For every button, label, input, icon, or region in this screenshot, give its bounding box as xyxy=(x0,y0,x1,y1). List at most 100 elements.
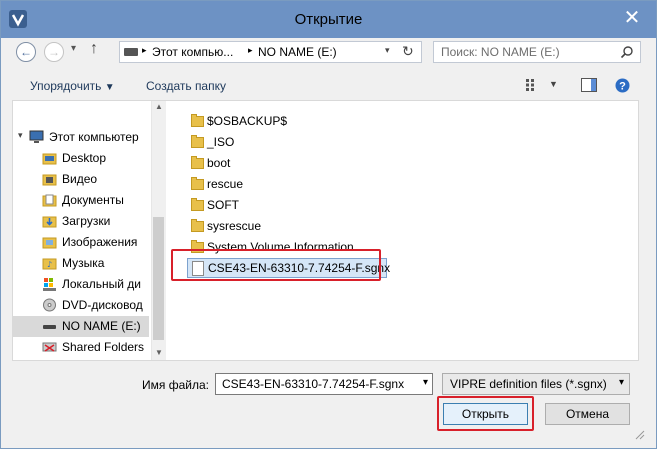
tree-item-label: Документы xyxy=(62,193,124,207)
tree-item-label: NO NAME (E:) xyxy=(62,319,141,333)
view-options-icon[interactable] xyxy=(526,79,540,91)
tree-item-label: Desktop xyxy=(62,151,107,165)
folder-icon xyxy=(191,219,204,232)
tree-item-label: Музыка xyxy=(62,256,105,270)
recent-locations-button[interactable]: ▾ xyxy=(71,43,76,54)
filename-label: Имя файла: xyxy=(142,378,209,392)
tree-item-dvd-drive[interactable]: DVD-дисковод xyxy=(13,295,149,316)
video-folder-icon xyxy=(42,174,57,186)
expand-arrow-icon[interactable]: ▾ xyxy=(18,130,23,141)
command-bar: Упорядочить ▼ Создать папку ▼ ? xyxy=(8,70,649,100)
back-button[interactable]: ← xyxy=(16,42,36,62)
refresh-icon[interactable]: ↻ xyxy=(402,43,414,60)
new-folder-button[interactable]: Создать папку xyxy=(146,79,226,93)
filetype-value: VIPRE definition files (*.sgnx) xyxy=(450,377,607,391)
breadcrumb-separator-icon: ▸ xyxy=(248,45,253,55)
folder-icon xyxy=(191,156,204,169)
preview-pane-icon[interactable] xyxy=(581,78,597,92)
folder-icon xyxy=(191,198,204,211)
local-disk-icon xyxy=(43,278,56,291)
tree-item-downloads[interactable]: Загрузки xyxy=(13,211,149,232)
back-arrow-icon: ← xyxy=(20,45,32,59)
cancel-button[interactable]: Отмена xyxy=(545,403,630,425)
close-button[interactable]: ✕ xyxy=(614,6,650,30)
tree-item-no-name-drive[interactable]: NO NAME (E:) xyxy=(13,316,149,337)
file-list: $OSBACKUP$ _ISO boot rescue SOFT sysresc… xyxy=(165,101,638,360)
chevron-down-icon[interactable]: ▾ xyxy=(423,377,428,388)
filetype-select[interactable]: VIPRE definition files (*.sgnx) ▾ xyxy=(442,373,630,395)
computer-icon xyxy=(29,130,44,143)
forward-button[interactable]: → xyxy=(44,42,64,62)
tree-item-pictures[interactable]: Изображения xyxy=(13,232,149,253)
tree-item-label: Локальный ди xyxy=(62,277,141,291)
dialog-body: ← → ▾ ↑ ▸ Этот компью... ▸ NO NAME (E:) … xyxy=(8,38,649,441)
navigation-tree: ▾ Этот компьютер Desktop Видео Документы xyxy=(13,101,152,360)
open-file-dialog: Открытие ✕ ← → ▾ ↑ ▸ Этот компью... ▸ NO… xyxy=(0,0,657,449)
resize-grip-icon[interactable] xyxy=(633,428,645,440)
search-icon xyxy=(620,46,633,59)
tree-item-video[interactable]: Видео xyxy=(13,169,149,190)
tree-item-label: DVD-дисковод xyxy=(62,298,143,312)
breadcrumb-drive[interactable]: NO NAME (E:) xyxy=(258,45,337,59)
open-button-highlight xyxy=(437,396,534,431)
svg-text:♪: ♪ xyxy=(47,260,52,269)
file-label: boot xyxy=(207,156,231,170)
organize-button[interactable]: Упорядочить ▼ xyxy=(30,79,115,93)
filename-input[interactable]: CSE43-EN-63310-7.74254-F.sgnx xyxy=(222,377,404,391)
navigation-bar: ← → ▾ ↑ ▸ Этот компью... ▸ NO NAME (E:) … xyxy=(8,38,649,68)
usb-drive-icon xyxy=(43,325,56,329)
tree-item-shared-folders[interactable]: Shared Folders xyxy=(13,337,149,358)
folder-icon xyxy=(191,135,204,148)
filename-combobox[interactable]: CSE43-EN-63310-7.74254-F.sgnx ▾ xyxy=(215,373,433,395)
close-icon: ✕ xyxy=(623,7,641,29)
tree-item-this-pc[interactable]: ▾ Этот компьютер xyxy=(13,127,149,148)
address-dropdown-button[interactable]: ▾ xyxy=(385,45,390,56)
scrollbar-thumb[interactable] xyxy=(153,217,164,340)
tree-item-music[interactable]: ♪ Музыка xyxy=(13,253,149,274)
selected-file-highlight xyxy=(171,249,381,281)
up-arrow-icon: ↑ xyxy=(90,40,98,57)
file-label: _ISO xyxy=(207,135,235,149)
breadcrumb-computer[interactable]: Этот компью... xyxy=(152,45,233,59)
help-icon[interactable]: ? xyxy=(615,78,630,93)
organize-label: Упорядочить xyxy=(30,79,102,93)
chevron-down-icon: ▾ xyxy=(618,377,624,388)
music-folder-icon: ♪ xyxy=(42,258,57,270)
title-bar[interactable]: Открытие ✕ xyxy=(1,1,656,38)
downloads-folder-icon xyxy=(42,216,57,228)
scroll-up-icon[interactable]: ▲ xyxy=(155,102,163,111)
tree-item-label: Этот компьютер xyxy=(49,130,139,144)
drive-icon xyxy=(124,48,138,56)
up-button[interactable]: ↑ xyxy=(90,40,98,58)
tree-item-label: Shared Folders xyxy=(62,340,145,354)
view-dropdown-icon[interactable]: ▼ xyxy=(549,79,558,89)
pictures-folder-icon xyxy=(42,237,57,249)
chevron-down-icon: ▼ xyxy=(104,82,115,93)
folder-icon xyxy=(191,114,204,127)
chevron-down-icon: ▾ xyxy=(71,43,77,54)
dvd-drive-icon xyxy=(43,298,56,312)
tree-item-label: Загрузки xyxy=(62,214,111,228)
network-drive-icon xyxy=(42,342,57,352)
file-label: SOFT xyxy=(207,198,239,212)
tree-scrollbar[interactable]: ▲ ▼ xyxy=(151,101,166,360)
tree-item-local-disk[interactable]: Локальный ди xyxy=(13,274,149,295)
address-bar[interactable]: ▸ Этот компью... ▸ NO NAME (E:) ▾ ↻ xyxy=(119,41,422,63)
tree-item-documents[interactable]: Документы xyxy=(13,190,149,211)
breadcrumb-separator-icon: ▸ xyxy=(142,45,147,55)
file-label: rescue xyxy=(207,177,244,191)
search-box[interactable]: Поиск: NO NAME (E:) xyxy=(433,41,641,63)
search-input[interactable]: Поиск: NO NAME (E:) xyxy=(441,45,560,59)
svg-text:?: ? xyxy=(619,81,626,93)
file-label: $OSBACKUP$ xyxy=(207,114,288,128)
file-label: sysrescue xyxy=(207,219,262,233)
forward-arrow-icon: → xyxy=(48,45,60,59)
tree-item-desktop[interactable]: Desktop xyxy=(13,148,149,169)
desktop-folder-icon xyxy=(42,153,57,165)
window-title: Открытие xyxy=(294,11,363,28)
tree-item-label: Изображения xyxy=(62,235,138,249)
scroll-down-icon[interactable]: ▼ xyxy=(155,348,163,357)
documents-folder-icon xyxy=(42,194,57,207)
browser-pane: ▾ Этот компьютер Desktop Видео Документы xyxy=(12,100,639,361)
tree-item-label: Видео xyxy=(62,172,98,186)
